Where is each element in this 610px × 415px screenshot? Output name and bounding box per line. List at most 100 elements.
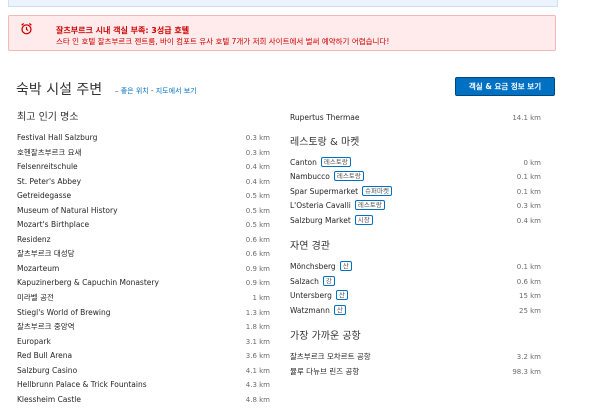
view-map-link[interactable]: 지도에서 보기 <box>156 87 197 95</box>
place-distance: 3.1 km <box>245 337 270 346</box>
place-name: 뮬루 다뉴브 린즈 공항 <box>290 365 359 379</box>
nature-list: Mönchsberg 산 0.1 km Salzach 강 0.6 km Untersber… <box>290 260 541 318</box>
list-item: Red Bull Arena 3.6 km <box>17 349 270 364</box>
place-name-text: Nambucco <box>290 172 330 182</box>
place-name: Red Bull Arena <box>17 349 72 363</box>
place-name: Museum of Natural History <box>17 204 118 218</box>
place-name: Mozarteum <box>17 262 59 276</box>
place-name-text: Museum of Natural History <box>17 205 118 215</box>
rooms-rates-button[interactable]: 객실 & 요금 정보 보기 <box>455 77 555 96</box>
place-name: Canton 레스토랑 <box>290 156 351 170</box>
list-item: 호헨잘츠부르크 요새 0.3 km <box>17 146 270 161</box>
place-distance: 0.1 km <box>516 187 541 196</box>
place-distance: 25 km <box>518 306 541 315</box>
place-distance: 0.6 km <box>245 235 270 244</box>
category-tag: 산 <box>335 290 348 301</box>
place-name: 잘츠부르크 모차르트 공항 <box>290 350 371 364</box>
place-distance: 4.1 km <box>245 366 270 375</box>
place-distance: 0.5 km <box>245 206 270 215</box>
place-name: Salzburg Market 시장 <box>290 214 373 228</box>
category-tag: 시장 <box>354 214 373 225</box>
place-name-text: Spar Supermarket <box>290 186 359 196</box>
place-name-text: L'Osteria Cavalli <box>290 201 351 211</box>
category-tag: 산 <box>333 304 346 315</box>
category-tag: 레스토랑 <box>333 171 364 182</box>
place-name: 잘츠부르크 대성당 <box>17 247 75 261</box>
place-distance: 3.6 km <box>245 352 270 361</box>
category-tag: 레스토랑 <box>320 156 351 167</box>
place-name: Rupertus Thermae <box>290 113 360 122</box>
place-name-text: Mozart's Birthplace <box>17 220 90 230</box>
place-distance: 1.8 km <box>245 323 270 332</box>
place-name: Europark <box>17 335 51 349</box>
place-name: Hellbrunn Palace & Trick Fountains <box>17 378 147 392</box>
place-name-text: Festival Hall Salzburg <box>17 133 98 142</box>
list-item: Untersberg 산 15 km <box>290 289 541 304</box>
popular-heading: 최고 인기 명소 <box>17 112 79 123</box>
place-name-text: 미라벨 공전 <box>17 293 54 303</box>
place-name-text: Klessheim Castle <box>17 394 81 404</box>
place-distance: 0 km <box>523 158 541 167</box>
good-location-link[interactable]: 좋은 위치 <box>121 87 149 95</box>
list-item: Nambucco 레스토랑 0.1 km <box>290 170 541 185</box>
list-item: Mozart's Birthplace 0.5 km <box>17 218 270 233</box>
alert-message: 스타 인 호텔 잘츠부르크 젠트룸, 바이 컴포트 유사 호텔 7개가 저희 사… <box>56 37 390 46</box>
place-name: St. Peter's Abbey <box>17 175 81 189</box>
list-item: Klessheim Castle 4.8 km <box>17 393 270 408</box>
right-column: Rupertus Thermae 14.1 km 레스토랑 & 마켓 Canto… <box>290 111 541 380</box>
list-item: Salzach 강 0.6 km <box>290 275 541 290</box>
place-name: Festival Hall Salzburg <box>17 131 97 145</box>
place-distance: 4.8 km <box>245 395 270 404</box>
place-name-text: Getreidegasse <box>17 191 72 201</box>
list-item: Festival Hall Salzburg 0.3 km <box>17 131 270 146</box>
place-distance: 0.6 km <box>516 277 541 286</box>
place-distance: 0.3 km <box>245 134 270 142</box>
place-distance: 0.4 km <box>245 163 270 172</box>
place-name-text: Mozarteum <box>17 263 60 273</box>
list-item: Mozarteum 0.9 km <box>17 262 270 277</box>
list-item: L'Osteria Cavalli 레스토랑 0.3 km <box>290 199 541 214</box>
place-distance: 0.5 km <box>245 221 270 230</box>
place-name-text: Europark <box>17 336 51 346</box>
place-name: 호헨잘츠부르크 요새 <box>17 146 81 160</box>
place-name-text: Mönchsberg <box>290 262 336 272</box>
list-item: Kapuzinerberg & Capuchin Monastery 0.9 km <box>17 276 270 291</box>
place-name: Salzach 강 <box>290 275 335 289</box>
place-name: Kapuzinerberg & Capuchin Monastery <box>17 276 159 290</box>
airports-heading: 가장 가까운 공항 <box>290 331 361 343</box>
list-item: Mönchsberg 산 0.1 km <box>290 260 541 275</box>
place-name: 미라벨 공전 <box>17 291 54 305</box>
list-item: 잘츠부르크 대성당 0.6 km <box>17 247 270 262</box>
place-name-text: Hellbrunn Palace & Trick Fountains <box>17 380 147 390</box>
nature-heading: 자연 경관 <box>290 241 330 253</box>
list-item: Salzburg Casino 4.1 km <box>17 364 270 379</box>
place-name: Untersberg 산 <box>290 289 348 303</box>
place-distance: 0.1 km <box>516 263 541 272</box>
list-item: 잘츠부르크 중앙역 1.8 km <box>17 320 270 335</box>
place-distance: 0.6 km <box>245 250 270 259</box>
place-name-text: St. Peter's Abbey <box>17 176 82 186</box>
place-distance: 0.4 km <box>245 177 270 186</box>
place-name: Nambucco 레스토랑 <box>290 170 364 184</box>
restaurants-list: Canton 레스토랑 0 km Nambucco 레스토랑 0.1 km Spar Sup… <box>290 156 541 229</box>
place-distance: 3.2 km <box>516 353 541 362</box>
popular-list: Festival Hall Salzburg 0.3 km 호헨잘츠부르크 요새 0.… <box>17 131 270 407</box>
place-distance: 15 km <box>518 292 541 301</box>
place-distance: 0.3 km <box>516 202 541 211</box>
place-distance: 0.9 km <box>245 264 270 273</box>
list-item: Hellbrunn Palace & Trick Fountains 4.3 km <box>17 378 270 393</box>
place-distance: 98.3 km <box>512 368 541 377</box>
place-name: Residenz <box>17 233 51 247</box>
place-distance: 0.5 km <box>245 192 270 201</box>
place-name: L'Osteria Cavalli 레스토랑 <box>290 199 385 213</box>
restaurants-heading: 레스토랑 & 마켓 <box>290 136 360 148</box>
alarm-clock-icon <box>21 22 32 35</box>
place-name: 잘츠부르크 중앙역 <box>17 320 75 334</box>
place-distance: 4.3 km <box>245 381 270 390</box>
place-name: Felsenreitschule <box>17 160 78 174</box>
place-name-text: Residenz <box>17 234 51 244</box>
title-prefix: – <box>115 87 119 95</box>
place-name: Klessheim Castle <box>17 393 81 407</box>
place-name-text: Stiegl's World of Brewing <box>17 307 111 317</box>
place-name-text: Salzach <box>290 276 319 286</box>
